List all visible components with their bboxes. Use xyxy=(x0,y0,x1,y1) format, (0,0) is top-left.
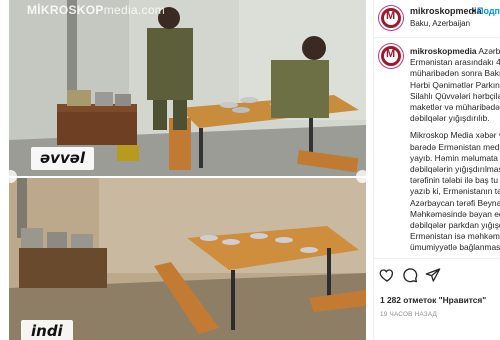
likes-count[interactable]: 1 282 отметок "Нравится" xyxy=(380,295,486,305)
heart-icon[interactable] xyxy=(379,267,395,283)
post-timestamp[interactable]: 19 ЧАСОВ НАЗАД xyxy=(380,311,437,318)
photo-before: MİKROSKOPmedia.com əvvəl xyxy=(9,0,366,176)
carousel-prev-button[interactable] xyxy=(4,170,17,183)
post-actions: 1 282 отметок "Нравится" 19 ЧАСОВ НАЗАД xyxy=(374,258,500,340)
comment-username[interactable]: mikroskopmedia xyxy=(410,46,477,56)
post-username[interactable]: mikroskopmedia xyxy=(410,6,482,16)
caption-before: əvvəl xyxy=(31,147,95,170)
photo-after: indi xyxy=(9,178,366,340)
profile-avatar[interactable] xyxy=(379,6,403,30)
post-location[interactable]: Baku, Azerbaijan xyxy=(410,19,470,28)
carousel-next-button[interactable] xyxy=(356,170,369,183)
caption-text: mikroskopmedia Azərba Ermənistan arasınd… xyxy=(410,46,500,253)
separator-dot: • xyxy=(472,6,476,16)
caption-after: indi xyxy=(21,320,73,340)
post-header: mikroskopmedia • Подп Baku, Azerbaijan xyxy=(374,0,500,38)
follow-button[interactable]: Подп xyxy=(477,6,500,16)
comment-avatar[interactable] xyxy=(379,44,403,68)
instagram-post-window: MİKROSKOPmedia.com əvvəl indi M mikrosko… xyxy=(0,0,500,340)
watermark: MİKROSKOPmedia.com xyxy=(27,3,166,17)
photo-after-illustration xyxy=(9,178,366,340)
share-icon[interactable] xyxy=(425,267,441,283)
caption-comment: mikroskopmedia Azərba Ermənistan arasınd… xyxy=(374,38,500,258)
post-media[interactable]: MİKROSKOPmedia.com əvvəl indi xyxy=(0,0,372,340)
comment-icon[interactable] xyxy=(402,267,418,283)
post-info-panel: mikroskopmedia • Подп Baku, Azerbaijan m… xyxy=(373,0,500,340)
